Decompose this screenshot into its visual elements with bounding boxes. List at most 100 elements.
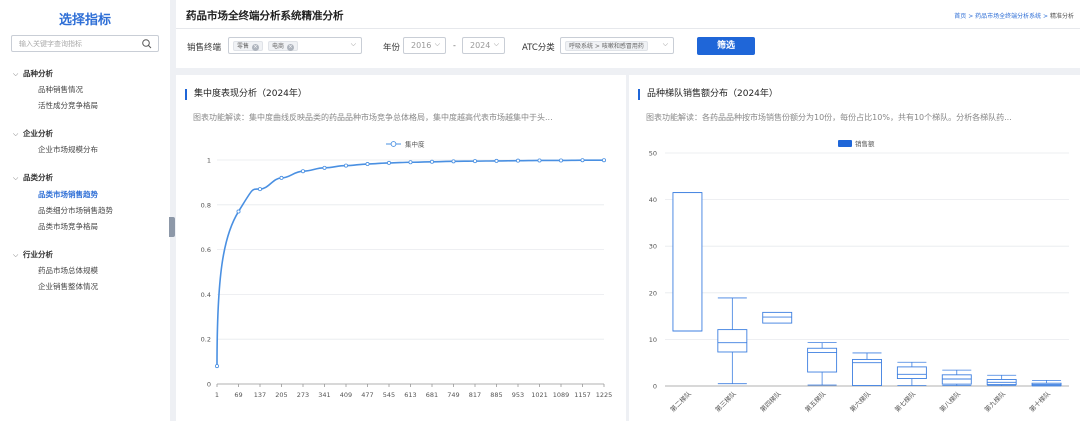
breadcrumb-home[interactable]: 首页: [954, 13, 966, 20]
x-tick-label: 1: [215, 391, 219, 399]
chevron-down-icon: ⌵: [350, 40, 356, 48]
data-point: [343, 163, 348, 168]
y-tick-label: 0: [653, 383, 657, 391]
sidebar-item-ingredient-competition[interactable]: 活性成分竞争格局: [38, 100, 98, 111]
terminal-select[interactable]: 零售 × 电商 × ⌵: [228, 37, 362, 54]
atc-select[interactable]: 呼吸系统 > 咳嗽和感冒用药 ⌵: [560, 37, 674, 54]
box-body: [941, 374, 972, 385]
x-tick-label: 273: [297, 391, 309, 399]
sidebar-item-variety-sales[interactable]: 品种销售情况: [38, 84, 83, 95]
data-point: [408, 160, 413, 165]
search-input[interactable]: [19, 38, 139, 49]
header: 药品市场全终端分析系统精准分析 首页 > 药品市场全终端分析系统 > 精准分析 …: [176, 0, 1080, 68]
nav-group-header[interactable]: ⌵ 品种分析: [13, 68, 53, 80]
sidebar-item-category-competition[interactable]: 品类市场竞争格局: [38, 221, 98, 232]
close-icon[interactable]: ×: [287, 44, 295, 51]
x-tick-label: 第九梯队: [982, 389, 1007, 414]
sidebar-title: 选择指标: [58, 13, 111, 28]
terminal-label: 销售终端: [187, 43, 222, 53]
divider: [176, 28, 1080, 29]
x-tick-label: 第三梯队: [713, 389, 738, 414]
x-tick-label: 817: [469, 391, 481, 399]
data-point: [301, 169, 306, 174]
sidebar-item-market-scale[interactable]: 药品市场总体规模: [38, 265, 98, 276]
x-tick-label: 1157: [574, 391, 591, 399]
nav-group-header[interactable]: ⌵ 行业分析: [13, 249, 53, 261]
atc-label: ATC分类: [522, 43, 555, 53]
concentration-line-chart: 0 0.2 0.4 0.6 0.8 1 1 69 137 205 273 341 409 477 545 61…: [201, 140, 613, 400]
filter-button[interactable]: 筛选: [697, 37, 755, 55]
box-body: [762, 311, 793, 324]
data-point: [558, 158, 563, 163]
legend-swatch: [838, 140, 852, 147]
chevron-down-icon: ⌵: [493, 40, 499, 48]
data-point: [494, 158, 499, 163]
data-point: [429, 159, 434, 164]
terminal-tag: 电商 ×: [268, 41, 299, 51]
chevron-down-icon: ⌵: [662, 40, 668, 48]
x-tick-label: 409: [340, 391, 352, 399]
x-tick-label: 205: [275, 391, 287, 399]
year-to-select[interactable]: 2024 ⌵: [462, 37, 505, 54]
x-tick-label: 749: [447, 391, 459, 399]
data-point: [537, 158, 542, 163]
sidebar-item-category-sales-trend[interactable]: 品类市场销售趋势: [38, 189, 98, 200]
data-point: [215, 364, 220, 369]
x-tick-label: 第四梯队: [758, 389, 783, 414]
x-tick-label: 第八梯队: [937, 389, 962, 414]
y-tick-label: 10: [649, 336, 657, 344]
search-icon[interactable]: [141, 38, 153, 50]
x-tick-label: 885: [490, 391, 502, 399]
series-line: [216, 159, 604, 367]
x-tick-label: 681: [426, 391, 438, 399]
concentration-panel: 集中度表现分析（2024年） 图表功能解读：集中度曲线反映品类的药品品种市场竞争…: [176, 75, 626, 421]
sidebar-item-subcategory-sales-trend[interactable]: 品类细分市场销售趋势: [38, 205, 113, 216]
sidebar-item-enterprise-sales[interactable]: 企业销售整体情况: [38, 281, 98, 292]
data-point: [580, 158, 585, 163]
sidebar-collapse-handle[interactable]: [169, 217, 175, 237]
nav-group-header[interactable]: ⌵ 企业分析: [13, 128, 53, 140]
x-tick-label: 613: [404, 391, 416, 399]
x-tick-label: 1089: [553, 391, 570, 399]
x-tick-label: 第七梯队: [893, 389, 918, 414]
box-body: [896, 366, 927, 379]
year-label: 年份: [383, 43, 401, 53]
box-body: [852, 358, 882, 386]
chevron-down-icon: ⌵: [13, 70, 19, 78]
sidebar-item-enterprise-scale[interactable]: 企业市场规模分布: [38, 144, 98, 155]
x-tick-label: 953: [512, 391, 524, 399]
data-point: [365, 162, 370, 167]
tier-sales-box-chart: 01020304050第二梯队 第三梯队 第四梯队 第五梯队 第六梯队 第七梯队 第八梯队第…: [649, 139, 1069, 414]
legend-label: 销售额: [855, 139, 875, 148]
x-tick-label: 第六梯队: [848, 389, 873, 414]
y-tick-label: 20: [649, 289, 657, 297]
x-tick-label: 第十梯队: [1027, 389, 1052, 414]
page-title: 药品市场全终端分析系统精准分析: [186, 10, 344, 22]
year-from-select[interactable]: 2016 ⌵: [403, 37, 446, 54]
x-tick-label: 477: [361, 391, 373, 399]
data-point: [236, 209, 241, 214]
data-point: [472, 159, 477, 164]
data-point: [322, 165, 327, 170]
x-tick-label: 341: [318, 391, 330, 399]
chevron-down-icon: ⌵: [13, 130, 19, 138]
y-tick-label: 0.2: [201, 336, 211, 344]
nav-group-header[interactable]: ⌵ 品类分析: [13, 172, 53, 184]
terminal-tag: 零售 ×: [233, 41, 264, 51]
x-tick-label: 1225: [596, 391, 613, 399]
box-body: [717, 329, 748, 353]
y-tick-label: 0: [207, 381, 211, 389]
data-point: [515, 158, 520, 163]
x-tick-label: 1021: [531, 391, 548, 399]
sidebar: 选择指标 ⌵品种分析 品种销售情况 活性成分竞争格局 ⌵企业分析 企业市场规模分…: [0, 0, 170, 421]
search-box[interactable]: [11, 35, 159, 52]
chevron-down-icon: ⌵: [13, 251, 19, 259]
breadcrumb-parent[interactable]: 药品市场全终端分析系统: [975, 13, 1041, 20]
data-point: [386, 160, 391, 165]
atc-tag: 呼吸系统 > 咳嗽和感冒用药: [565, 41, 648, 51]
x-tick-label: 第二梯队: [668, 389, 693, 414]
y-tick-label: 40: [649, 196, 657, 204]
chevron-down-icon: ⌵: [13, 174, 19, 182]
close-icon[interactable]: ×: [252, 44, 260, 51]
tier-sales-panel: 品种梯队销售额分布（2024年） 图表功能解读：各药品品种按市场销售份额分为10…: [629, 75, 1080, 421]
